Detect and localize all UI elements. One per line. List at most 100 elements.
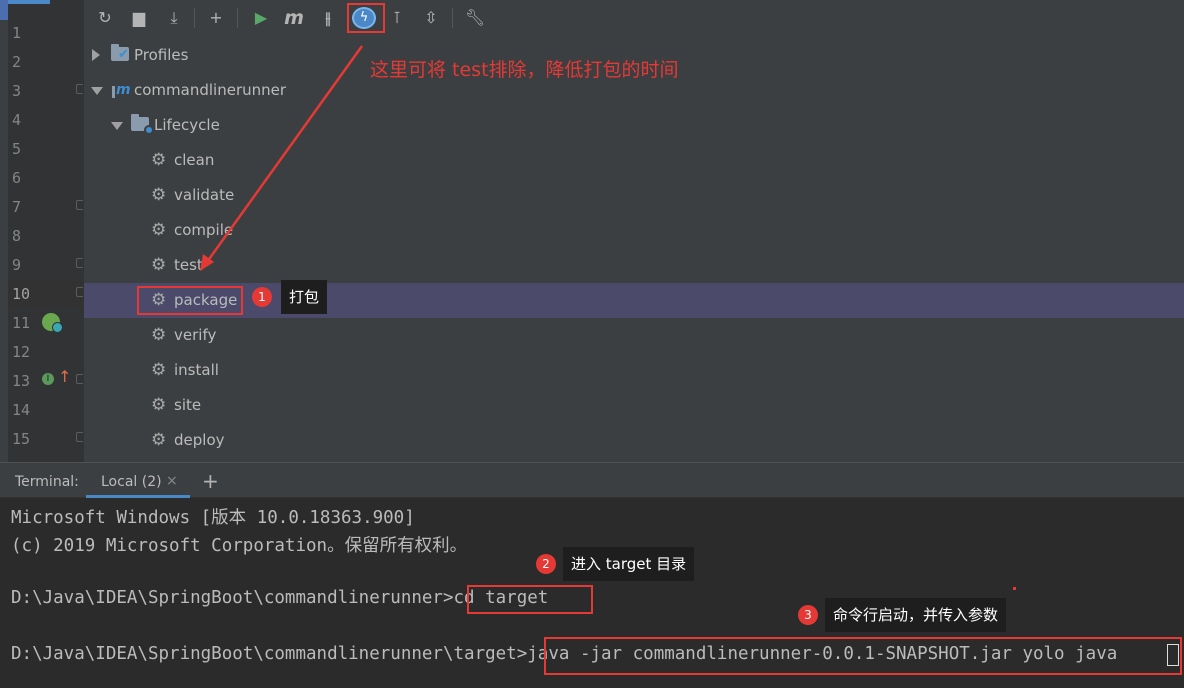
phase-label: deploy <box>174 431 225 449</box>
line-number: 10 <box>12 285 31 303</box>
step1-tooltip: 打包 <box>281 280 328 314</box>
profiles-folder-icon: ✔ <box>111 44 129 61</box>
line-number: 5 <box>12 140 22 158</box>
terminal-title: Terminal: <box>15 474 79 490</box>
gear-icon: ⚙ <box>151 220 167 240</box>
skip-test-annotation: 这里可将 test排除，降低打包的时间 <box>370 59 679 81</box>
phase-label: validate <box>174 186 235 204</box>
implements-icon[interactable]: I <box>42 373 54 385</box>
add-icon[interactable]: + <box>204 6 228 30</box>
gear-icon: ⚙ <box>151 255 167 275</box>
gear-icon: ⚙ <box>151 325 167 345</box>
step-badge-3: 3 <box>798 605 818 625</box>
gutter-line: 9 <box>8 250 84 279</box>
editor-gutter: 1 2 3 4 5 6 7 8 9 10 11 12 13 I ↑ 14 15 <box>8 0 84 462</box>
tree-item-label: commandlinerunner <box>134 81 287 99</box>
gutter-line: 4 <box>8 105 84 134</box>
lifecycle-phase-validate[interactable]: ⚙ validate <box>84 178 1184 213</box>
close-icon[interactable]: × <box>166 473 178 489</box>
gutter-line: 7 <box>8 192 84 221</box>
fold-marker-icon[interactable] <box>76 84 83 94</box>
fold-marker-icon[interactable] <box>76 374 83 384</box>
maven-toolbar: ↻ ▆ ⤓ + ▶ m ⫲ ϟ ⊺ ⇳ 🔧︎ <box>84 0 1184 36</box>
lifecycle-phase-package[interactable]: ⚙ package <box>84 283 1184 318</box>
reload-icon[interactable]: ↻ <box>93 6 117 30</box>
lifecycle-phase-compile[interactable]: ⚙ compile <box>84 213 1184 248</box>
gutter-line: 1 <box>8 18 84 47</box>
toolbar-divider <box>237 8 238 28</box>
collapse-arrow-icon[interactable] <box>111 122 123 130</box>
gear-icon: ⚙ <box>151 360 167 380</box>
spring-bean-icon[interactable] <box>42 313 63 333</box>
gear-icon: ⚙ <box>151 185 167 205</box>
fold-marker-icon[interactable] <box>76 200 83 210</box>
show-dependencies-icon[interactable]: ⊺ <box>385 6 409 30</box>
gutter-line: 6 <box>8 163 84 192</box>
terminal-tab-local[interactable]: Local (2) × <box>86 463 190 498</box>
line-number: 12 <box>12 343 31 361</box>
terminal-line: (c) 2019 Microsoft Corporation。保留所有权利。 <box>11 536 468 556</box>
gutter-line: 2 <box>8 47 84 76</box>
cd-command-highlight <box>467 585 593 614</box>
toggle-offline-icon[interactable]: ⫲ <box>316 6 340 30</box>
package-highlight-box <box>137 286 243 315</box>
gutter-line: 5 <box>8 134 84 163</box>
new-terminal-tab-button[interactable]: + <box>202 469 219 493</box>
left-tool-strip <box>0 0 8 462</box>
toolbar-divider <box>452 8 453 28</box>
generate-sources-icon[interactable]: ▆ <box>127 6 151 30</box>
toolbar-divider <box>194 8 195 28</box>
line-number: 8 <box>12 227 22 245</box>
gutter-line: 8 <box>8 221 84 250</box>
download-icon[interactable]: ⤓ <box>162 6 186 30</box>
gutter-line: 12 <box>8 337 84 366</box>
override-arrow-icon[interactable]: ↑ <box>58 368 71 386</box>
terminal-line: Microsoft Windows [版本 10.0.18363.900] <box>11 508 415 528</box>
project-tab-marker[interactable] <box>0 0 8 20</box>
fold-marker-icon[interactable] <box>76 287 83 297</box>
run-icon[interactable]: ▶ <box>249 6 273 30</box>
skip-tests-icon[interactable]: ϟ <box>352 7 376 29</box>
line-number: 2 <box>12 53 22 71</box>
step-badge-1: 1 <box>252 287 272 307</box>
lifecycle-phase-site[interactable]: ⚙ site <box>84 388 1184 423</box>
tree-item-label: Profiles <box>134 46 189 64</box>
line-number: 3 <box>12 82 22 100</box>
lifecycle-phase-test[interactable]: ⚙ test <box>84 248 1184 283</box>
settings-wrench-icon[interactable]: 🔧︎ <box>463 6 487 30</box>
step3-tooltip: 命令行启动，并传入参数 <box>825 598 1007 632</box>
lifecycle-phase-verify[interactable]: ⚙ verify <box>84 318 1184 353</box>
line-number: 7 <box>12 198 22 216</box>
maven-goal-icon[interactable]: m <box>282 6 306 30</box>
gutter-line-current: 10 <box>8 279 84 308</box>
fold-marker-icon[interactable] <box>76 432 83 442</box>
step2-tooltip: 进入 target 目录 <box>563 547 695 581</box>
java-command-highlight <box>544 637 1182 675</box>
phase-label: site <box>174 396 202 414</box>
gutter-line: 13 I ↑ <box>8 366 84 395</box>
gear-icon: ⚙ <box>151 150 167 170</box>
fold-marker-icon[interactable] <box>76 258 83 268</box>
editor-tab-indicator <box>8 0 50 4</box>
phase-label: verify <box>174 326 217 344</box>
phase-label: clean <box>174 151 215 169</box>
tree-item-lifecycle[interactable]: Lifecycle <box>84 108 1184 143</box>
tree-item-label: Lifecycle <box>154 116 220 134</box>
maven-project-icon: m <box>112 82 131 100</box>
line-number: 4 <box>12 111 22 129</box>
line-number: 14 <box>12 401 31 419</box>
expand-arrow-icon[interactable] <box>92 49 100 61</box>
collapse-all-icon[interactable]: ⇳ <box>419 6 443 30</box>
gutter-line: 11 <box>8 308 84 337</box>
collapse-arrow-icon[interactable] <box>91 87 103 95</box>
lifecycle-phase-clean[interactable]: ⚙ clean <box>84 143 1184 178</box>
gutter-line: 3 <box>8 76 84 105</box>
line-number: 11 <box>12 314 31 332</box>
terminal-cursor <box>1167 644 1179 666</box>
terminal-tab-bar: Terminal: Local (2) × + <box>0 462 1184 498</box>
line-number: 15 <box>12 430 31 448</box>
lifecycle-phase-deploy[interactable]: ⚙ deploy <box>84 423 1184 458</box>
lifecycle-phase-install[interactable]: ⚙ install <box>84 353 1184 388</box>
terminal-tab-label: Local (2) <box>101 474 162 490</box>
step-badge-2: 2 <box>536 554 556 574</box>
